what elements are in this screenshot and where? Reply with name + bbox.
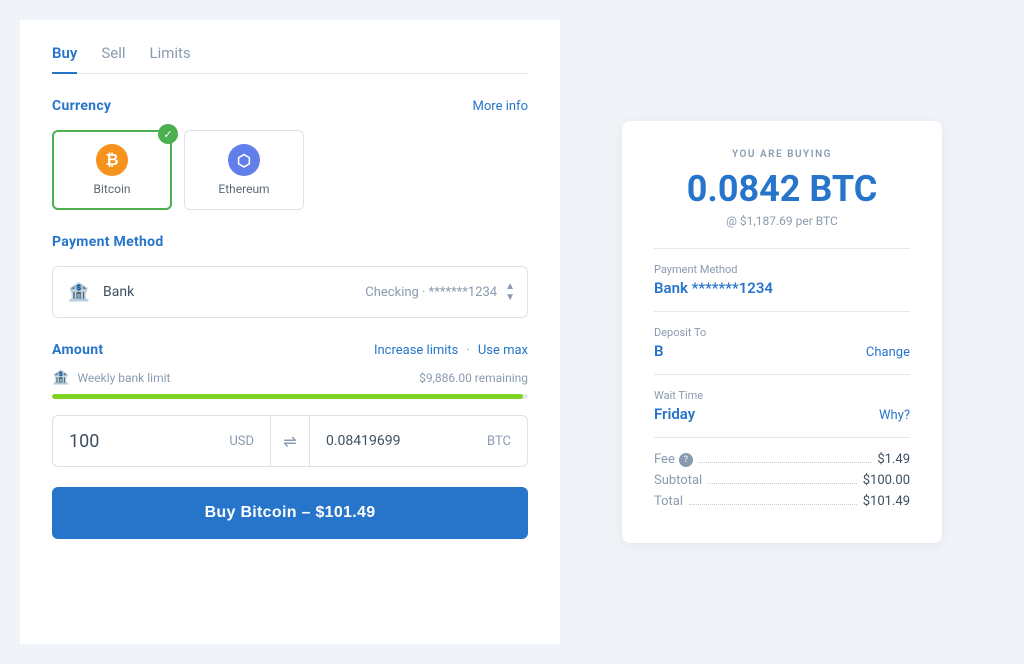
amount-links: Increase limits · Use max xyxy=(374,343,528,358)
fee-label: Fee xyxy=(654,452,675,467)
more-info-link[interactable]: More info xyxy=(473,99,528,114)
fee-row: Fee ? $1.49 xyxy=(654,452,910,467)
btc-currency-label: BTC xyxy=(487,434,511,449)
use-max-link[interactable]: Use max xyxy=(478,343,528,358)
bank-label: Bank xyxy=(103,284,365,300)
spinner-arrows-icon[interactable]: ▲ ▼ xyxy=(505,281,515,303)
fee-info-icon[interactable]: ? xyxy=(679,453,693,467)
progress-bar xyxy=(52,394,528,399)
payment-method-box[interactable]: 🏦 Bank Checking · *******1234 ▲ ▼ xyxy=(52,266,528,318)
btc-icon: ₿ xyxy=(96,144,128,176)
deposit-to-flex: B Change xyxy=(654,342,910,360)
eth-icon: ⬡ xyxy=(228,144,260,176)
divider-2 xyxy=(654,311,910,312)
limit-bank-icon: 🏦 xyxy=(52,370,69,386)
payment-method-value: Bank *******1234 xyxy=(654,279,910,297)
tab-buy[interactable]: Buy xyxy=(52,44,77,74)
wait-time-value: Friday xyxy=(654,405,695,423)
deposit-to-value: B xyxy=(654,342,664,360)
tab-limits[interactable]: Limits xyxy=(150,44,191,74)
currency-title: Currency xyxy=(52,98,111,114)
amount-inputs: USD ⇌ 0.08419699 BTC xyxy=(52,415,528,467)
subtotal-row: Subtotal $100.00 xyxy=(654,473,910,488)
amount-title: Amount xyxy=(52,342,103,358)
change-link[interactable]: Change xyxy=(866,345,910,360)
total-dots xyxy=(689,490,857,505)
payment-title: Payment Method xyxy=(52,234,164,250)
why-link[interactable]: Why? xyxy=(879,408,910,423)
subtotal-label: Subtotal xyxy=(654,473,702,488)
eth-label: Ethereum xyxy=(218,182,269,196)
total-label: Total xyxy=(654,494,683,509)
wait-time-flex: Friday Why? xyxy=(654,405,910,423)
buying-label: YOU ARE BUYING xyxy=(654,149,910,160)
tab-sell[interactable]: Sell xyxy=(101,44,125,74)
wait-time-label: Wait Time xyxy=(654,389,910,402)
bank-account: Checking · *******1234 xyxy=(365,285,497,300)
wait-time-row: Wait Time Friday Why? xyxy=(654,389,910,423)
fee-amount: $1.49 xyxy=(877,452,910,467)
btc-value: 0.08419699 xyxy=(326,433,401,449)
subtotal-dots xyxy=(708,469,857,484)
divider-4 xyxy=(654,437,910,438)
divider-3 xyxy=(654,374,910,375)
bank-icon: 🏦 xyxy=(65,278,93,306)
dot-separator: · xyxy=(466,343,469,358)
amount-header: Amount Increase limits · Use max xyxy=(52,342,528,358)
tabs: Buy Sell Limits xyxy=(52,44,528,74)
divider-1 xyxy=(654,248,910,249)
receipt-card: YOU ARE BUYING 0.0842 BTC @ $1,187.69 pe… xyxy=(622,121,942,543)
increase-limits-link[interactable]: Increase limits xyxy=(374,343,458,358)
swap-icon[interactable]: ⇌ xyxy=(270,416,310,466)
usd-label: USD xyxy=(229,434,254,449)
right-panel: YOU ARE BUYING 0.0842 BTC @ $1,187.69 pe… xyxy=(560,20,1004,644)
fee-label-wrap: Fee ? xyxy=(654,452,693,467)
left-panel: Buy Sell Limits Currency More info ✓ ₿ B… xyxy=(20,20,560,644)
deposit-to-row: Deposit To B Change xyxy=(654,326,910,360)
limit-remaining: $9,886.00 remaining xyxy=(419,371,528,385)
payment-method-label: Payment Method xyxy=(654,263,910,276)
receipt-rate: @ $1,187.69 per BTC xyxy=(654,214,910,228)
total-row: Total $101.49 xyxy=(654,494,910,509)
total-amount: $101.49 xyxy=(863,494,910,509)
payment-header: Payment Method xyxy=(52,234,528,250)
usd-input[interactable] xyxy=(69,431,149,452)
fee-dots xyxy=(699,448,872,463)
currency-header: Currency More info xyxy=(52,98,528,114)
usd-input-area: USD xyxy=(53,431,270,452)
selected-check-icon: ✓ xyxy=(158,124,178,144)
deposit-to-label: Deposit To xyxy=(654,326,910,339)
subtotal-amount: $100.00 xyxy=(863,473,910,488)
payment-method-row: Payment Method Bank *******1234 xyxy=(654,263,910,297)
limit-row: 🏦 Weekly bank limit $9,886.00 remaining xyxy=(52,370,528,386)
btc-input-area: 0.08419699 BTC xyxy=(310,433,527,449)
receipt-amount: 0.0842 BTC xyxy=(654,168,910,210)
app-container: Buy Sell Limits Currency More info ✓ ₿ B… xyxy=(20,20,1004,644)
buy-button[interactable]: Buy Bitcoin – $101.49 xyxy=(52,487,528,539)
currency-card-btc[interactable]: ✓ ₿ Bitcoin xyxy=(52,130,172,210)
currency-card-eth[interactable]: ⬡ Ethereum xyxy=(184,130,304,210)
btc-label: Bitcoin xyxy=(94,182,131,196)
progress-fill xyxy=(52,394,523,399)
limit-label: Weekly bank limit xyxy=(77,371,419,385)
currency-options: ✓ ₿ Bitcoin ⬡ Ethereum xyxy=(52,130,528,210)
